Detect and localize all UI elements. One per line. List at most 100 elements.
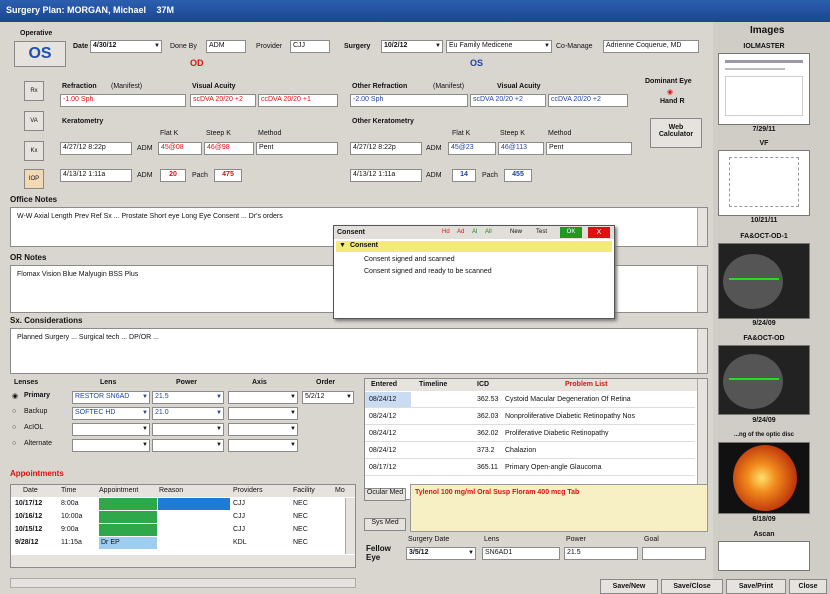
vf-thumbnail[interactable] — [718, 150, 810, 216]
other-iop-field[interactable]: 14 — [452, 169, 476, 182]
k-date-field[interactable]: 4/27/12 8:22p — [60, 142, 132, 155]
bottom-hscrollbar[interactable] — [10, 578, 356, 588]
close-button[interactable]: Close — [789, 579, 827, 594]
table-row[interactable]: 08/24/12 362.02 Proliferative Diabetic Ret… — [365, 426, 695, 442]
iop-field[interactable]: 20 — [160, 169, 186, 182]
appointments-scrollbar[interactable] — [345, 498, 355, 554]
power-select[interactable]: ▼ — [152, 423, 224, 436]
office-notes-scrollbar[interactable] — [697, 208, 707, 246]
radio-selected-icon[interactable]: ◉ — [12, 392, 18, 400]
other-va1-field[interactable]: scDVA 20/20 +2 — [470, 94, 546, 107]
other-refraction-field[interactable]: -2.00 Sph — [350, 94, 468, 107]
al-icon[interactable]: Al — [472, 229, 477, 235]
va-button[interactable]: VA — [24, 111, 44, 131]
save-close-button[interactable]: Save/Close — [661, 579, 723, 594]
other-method-field[interactable]: Pent — [546, 142, 632, 155]
other-iop-date-field[interactable]: 4/13/12 1:11a — [350, 169, 422, 182]
radio-icon[interactable]: ○ — [12, 424, 16, 431]
chevron-down-icon[interactable]: ▼ — [153, 41, 161, 52]
radio-icon[interactable]: ○ — [12, 408, 16, 415]
consent-item[interactable]: Consent signed and ready to be scanned — [364, 268, 492, 275]
power-select[interactable]: ▼ — [152, 439, 224, 452]
other-steep-k-field[interactable]: 46@113 — [498, 142, 544, 155]
flat-k-field[interactable]: 45@08 — [158, 142, 202, 155]
save-new-button[interactable]: Save/New — [600, 579, 658, 594]
fa-oct-od-thumbnail[interactable] — [718, 345, 810, 415]
problem-list-scrollbar[interactable] — [697, 379, 707, 499]
chevron-down-icon[interactable]: ▼ — [543, 41, 551, 52]
web-calculator-button[interactable]: Web Calculator — [650, 118, 702, 148]
surgery-date-field[interactable]: 10/2/12 ▼ — [381, 40, 443, 53]
steep-k-field[interactable]: 46@98 — [204, 142, 254, 155]
method-field[interactable]: Pent — [256, 142, 338, 155]
date-field[interactable]: 4/30/12 ▼ — [90, 40, 162, 53]
fellow-surgery-date-field[interactable]: 3/5/12 ▼ — [406, 547, 476, 560]
other-pach-field[interactable]: 455 — [504, 169, 532, 182]
rx-button[interactable]: Rx — [24, 81, 44, 101]
other-k-date-field[interactable]: 4/27/12 8:22p — [350, 142, 422, 155]
optic-disc-thumbnail[interactable] — [718, 442, 810, 514]
lens-select[interactable]: ▼ — [72, 439, 150, 452]
comanage-field[interactable]: Adrienne Coquerue, MD — [603, 40, 699, 53]
new-button[interactable]: New — [510, 229, 522, 235]
consent-item[interactable]: Consent signed and scanned — [364, 256, 455, 263]
provider-field[interactable]: CJJ — [290, 40, 330, 53]
axis-select[interactable]: ▼ — [228, 391, 298, 404]
done-by-field[interactable]: ADM — [206, 40, 246, 53]
table-row[interactable]: 10/15/12 9:00a CJJ NEC — [11, 524, 345, 536]
fa-oct-od-1-thumbnail[interactable] — [718, 243, 810, 319]
close-icon[interactable]: X — [588, 227, 610, 238]
radio-icon[interactable]: ○ — [12, 440, 16, 447]
order-select[interactable]: 5/2/12 ▼ — [302, 391, 354, 404]
hd-icon[interactable]: Hd — [442, 229, 450, 235]
ad-icon[interactable]: Ad — [457, 229, 464, 235]
va1-field[interactable]: scDVA 20/20 +2 — [190, 94, 256, 107]
va2-field[interactable]: ccDVA 20/20 +1 — [258, 94, 338, 107]
appointments-hscrollbar[interactable] — [11, 555, 355, 567]
chevron-down-icon[interactable]: ▼ — [339, 242, 346, 249]
kx-button[interactable]: Kx — [24, 141, 44, 161]
table-row[interactable]: 10/17/12 8:00a CJJ NEC — [11, 498, 345, 510]
surgery-type-select[interactable]: Eu Family Medicene ▼ — [446, 40, 552, 53]
lens-select[interactable]: RESTOR SN6AD ▼ — [72, 391, 150, 404]
chevron-down-icon[interactable]: ▼ — [434, 41, 442, 52]
fellow-power-field[interactable]: 21.5 — [564, 547, 638, 560]
k-by: ADM — [137, 145, 153, 152]
all-icon[interactable]: All — [485, 229, 492, 235]
ascan-thumbnail[interactable] — [718, 541, 810, 571]
table-row[interactable]: 08/24/12 362.53 Cystoid Macular Degenerati… — [365, 392, 695, 408]
axis-select[interactable]: ▼ — [228, 423, 298, 436]
test-button[interactable]: Test — [536, 229, 547, 235]
power-select[interactable]: 21.0 ▼ — [152, 407, 224, 420]
fellow-lens-field[interactable]: SN6AD1 — [482, 547, 560, 560]
or-notes-label: OR Notes — [10, 253, 47, 262]
or-notes-scrollbar[interactable] — [697, 266, 707, 312]
iop-date-field[interactable]: 4/13/12 1:11a — [60, 169, 132, 182]
iop-button[interactable]: IOP — [24, 169, 44, 189]
axis-select[interactable]: ▼ — [228, 407, 298, 420]
table-row[interactable]: 08/24/12 373.2 Chalazion — [365, 443, 695, 459]
sx-scrollbar[interactable] — [697, 329, 707, 373]
pach-field[interactable]: 475 — [214, 169, 242, 182]
other-flat-k-field[interactable]: 45@23 — [448, 142, 496, 155]
ocular-med-button[interactable]: Ocular Med — [364, 488, 406, 501]
table-row[interactable]: 08/24/12 362.03 Nonproliferative Diabetic … — [365, 409, 695, 425]
ok-button[interactable]: OK — [560, 227, 582, 238]
meds-box[interactable]: Tylenol 100 mg/ml Oral Susp Floram 400 m… — [410, 484, 708, 532]
operative-eye-button[interactable]: OS — [14, 41, 66, 67]
lens-select[interactable]: SOFTEC HD ▼ — [72, 407, 150, 420]
iolmaster-thumbnail[interactable] — [718, 53, 810, 125]
axis-select[interactable]: ▼ — [228, 439, 298, 452]
sx-considerations-box[interactable]: Planned Surgery ... Surgical tech ... DP… — [10, 328, 708, 374]
table-row[interactable]: 9/28/12 11:15a Dr EP KDL NEC — [11, 537, 345, 549]
fellow-goal-field[interactable] — [642, 547, 706, 560]
lens-select[interactable]: ▼ — [72, 423, 150, 436]
table-row[interactable]: 10/16/12 10:00a CJJ NEC — [11, 511, 345, 523]
table-row[interactable]: 08/17/12 365.11 Primary Open-angle Glaucom… — [365, 460, 695, 476]
other-va2-field[interactable]: ccDVA 20/20 +2 — [548, 94, 628, 107]
power-select[interactable]: 21.5 ▼ — [152, 391, 224, 404]
refraction-field[interactable]: -1.00 Sph — [60, 94, 186, 107]
save-print-button[interactable]: Save/Print — [726, 579, 786, 594]
consent-group[interactable]: ▼ Consent — [336, 241, 612, 252]
sys-med-button[interactable]: Sys Med — [364, 518, 406, 531]
